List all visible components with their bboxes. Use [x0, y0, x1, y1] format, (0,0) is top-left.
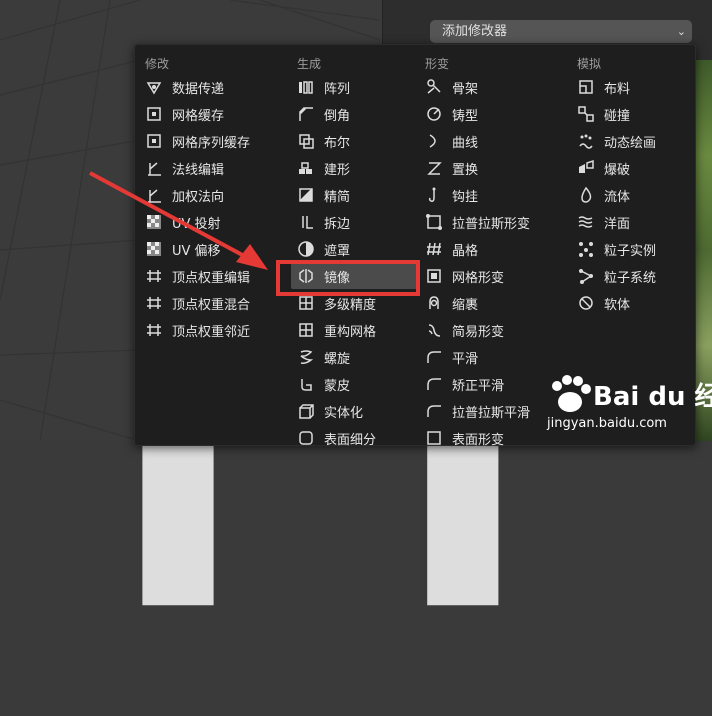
annotation-highlight-box: [276, 260, 420, 296]
paw-logo-icon: [552, 375, 591, 412]
watermark-url: jingyan.baidu.com: [547, 416, 667, 431]
watermark-logo-text: Bai du 经验: [593, 382, 712, 412]
baidu-jingyan-watermark: Bai du 经验 jingyan.baidu.com: [545, 372, 712, 438]
